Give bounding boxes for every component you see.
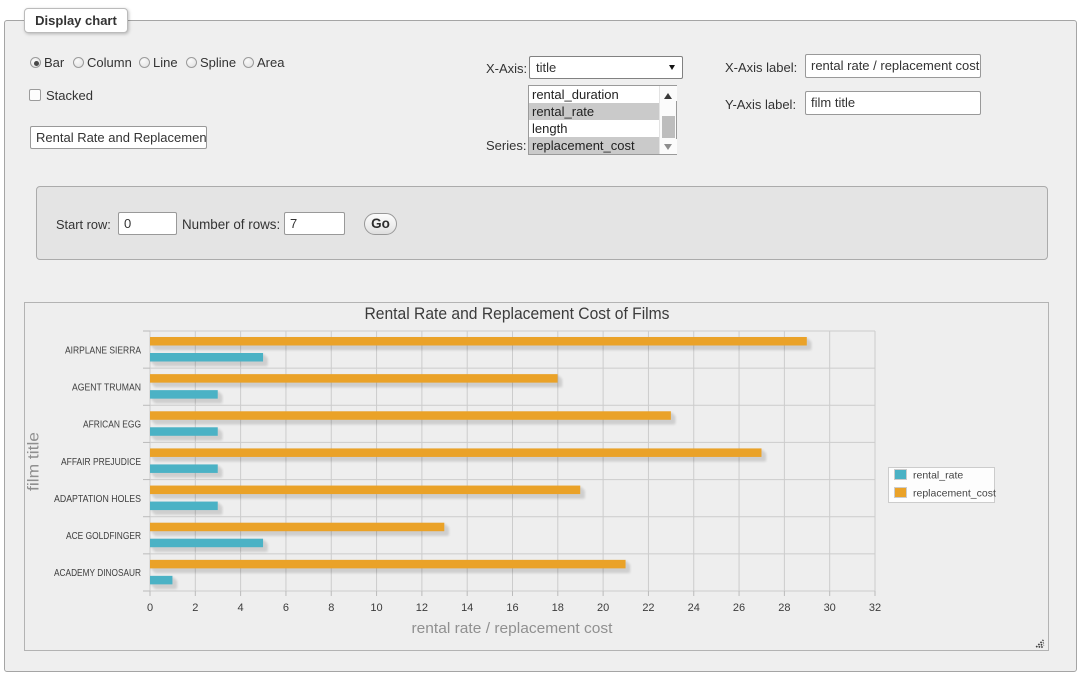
svg-text:2: 2 bbox=[192, 602, 198, 614]
svg-text:16: 16 bbox=[506, 602, 518, 614]
svg-text:ACADEMY DINOSAUR: ACADEMY DINOSAUR bbox=[54, 567, 141, 579]
svg-text:8: 8 bbox=[328, 602, 334, 614]
svg-text:replacement_cost: replacement_cost bbox=[913, 488, 996, 500]
svg-text:14: 14 bbox=[461, 602, 473, 614]
svg-text:4: 4 bbox=[238, 602, 244, 614]
svg-text:26: 26 bbox=[733, 602, 745, 614]
svg-text:10: 10 bbox=[370, 602, 382, 614]
svg-text:28: 28 bbox=[778, 602, 790, 614]
svg-text:rental rate / replacement cost: rental rate / replacement cost bbox=[412, 620, 614, 637]
svg-text:22: 22 bbox=[642, 602, 654, 614]
svg-text:AFFAIR PREJUDICE: AFFAIR PREJUDICE bbox=[61, 456, 141, 468]
svg-text:AGENT TRUMAN: AGENT TRUMAN bbox=[72, 382, 141, 394]
svg-text:ADAPTATION HOLES: ADAPTATION HOLES bbox=[54, 493, 141, 505]
svg-text:film title: film title bbox=[26, 432, 43, 491]
svg-text:30: 30 bbox=[824, 602, 836, 614]
svg-text:20: 20 bbox=[597, 602, 609, 614]
svg-text:0: 0 bbox=[147, 602, 153, 614]
svg-text:AFRICAN EGG: AFRICAN EGG bbox=[83, 419, 141, 431]
svg-text:18: 18 bbox=[552, 602, 564, 614]
svg-text:24: 24 bbox=[688, 602, 700, 614]
svg-text:6: 6 bbox=[283, 602, 289, 614]
svg-text:AIRPLANE SIERRA: AIRPLANE SIERRA bbox=[65, 344, 141, 356]
svg-text:Rental Rate and Replacement Co: Rental Rate and Replacement Cost of Film… bbox=[365, 304, 670, 323]
svg-text:ACE GOLDFINGER: ACE GOLDFINGER bbox=[66, 530, 141, 542]
svg-text:rental_rate: rental_rate bbox=[913, 470, 963, 482]
svg-text:12: 12 bbox=[416, 602, 428, 614]
svg-text:32: 32 bbox=[869, 602, 881, 614]
